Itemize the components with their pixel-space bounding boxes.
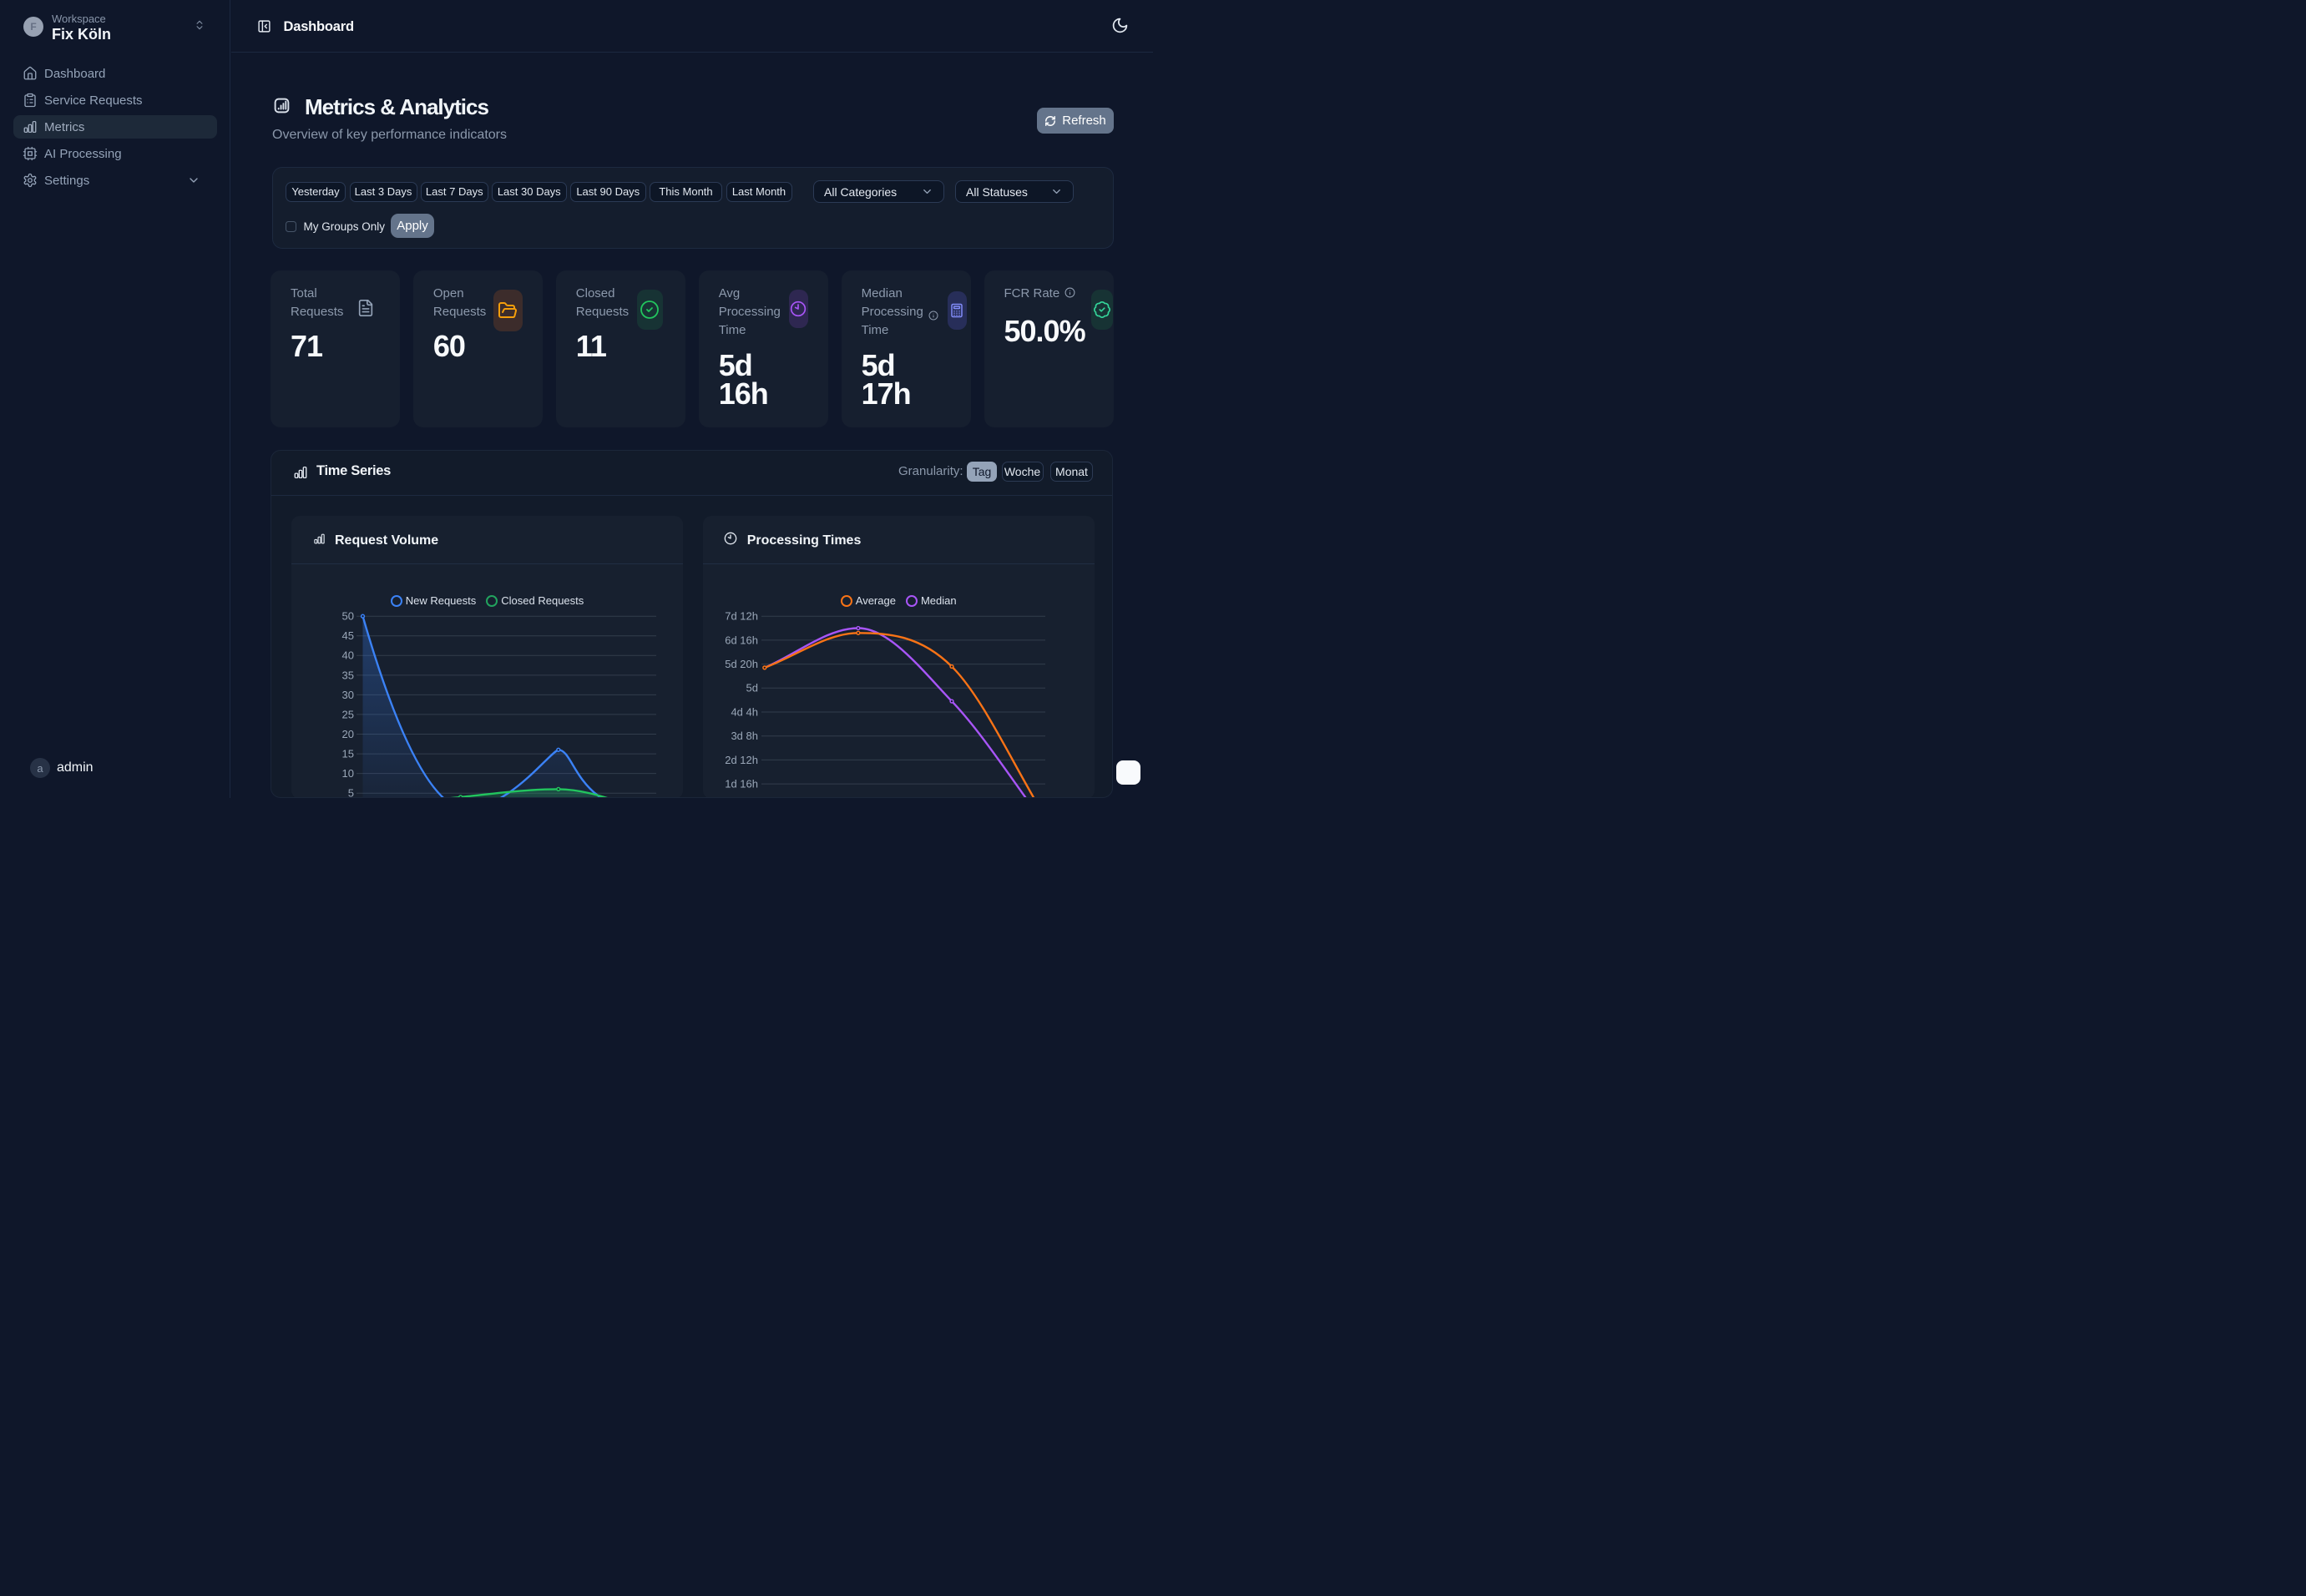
- svg-text:40: 40: [342, 649, 354, 662]
- svg-text:2d 12h: 2d 12h: [725, 754, 758, 766]
- svg-text:1d 16h: 1d 16h: [725, 778, 758, 790]
- svg-text:20: 20: [342, 728, 354, 740]
- svg-text:5d 20h: 5d 20h: [725, 658, 758, 670]
- svg-text:3d 8h: 3d 8h: [731, 730, 758, 742]
- svg-text:5: 5: [348, 787, 354, 798]
- svg-text:25: 25: [342, 708, 354, 720]
- svg-text:6d 16h: 6d 16h: [725, 634, 758, 646]
- svg-text:35: 35: [342, 669, 354, 681]
- svg-text:30: 30: [342, 689, 354, 701]
- svg-text:15: 15: [342, 748, 354, 760]
- svg-text:7d 12h: 7d 12h: [725, 610, 758, 623]
- svg-text:50: 50: [342, 610, 354, 623]
- svg-text:45: 45: [342, 629, 354, 642]
- svg-text:4d 4h: 4d 4h: [731, 705, 758, 718]
- svg-text:5d: 5d: [746, 682, 757, 694]
- svg-text:10: 10: [342, 767, 354, 780]
